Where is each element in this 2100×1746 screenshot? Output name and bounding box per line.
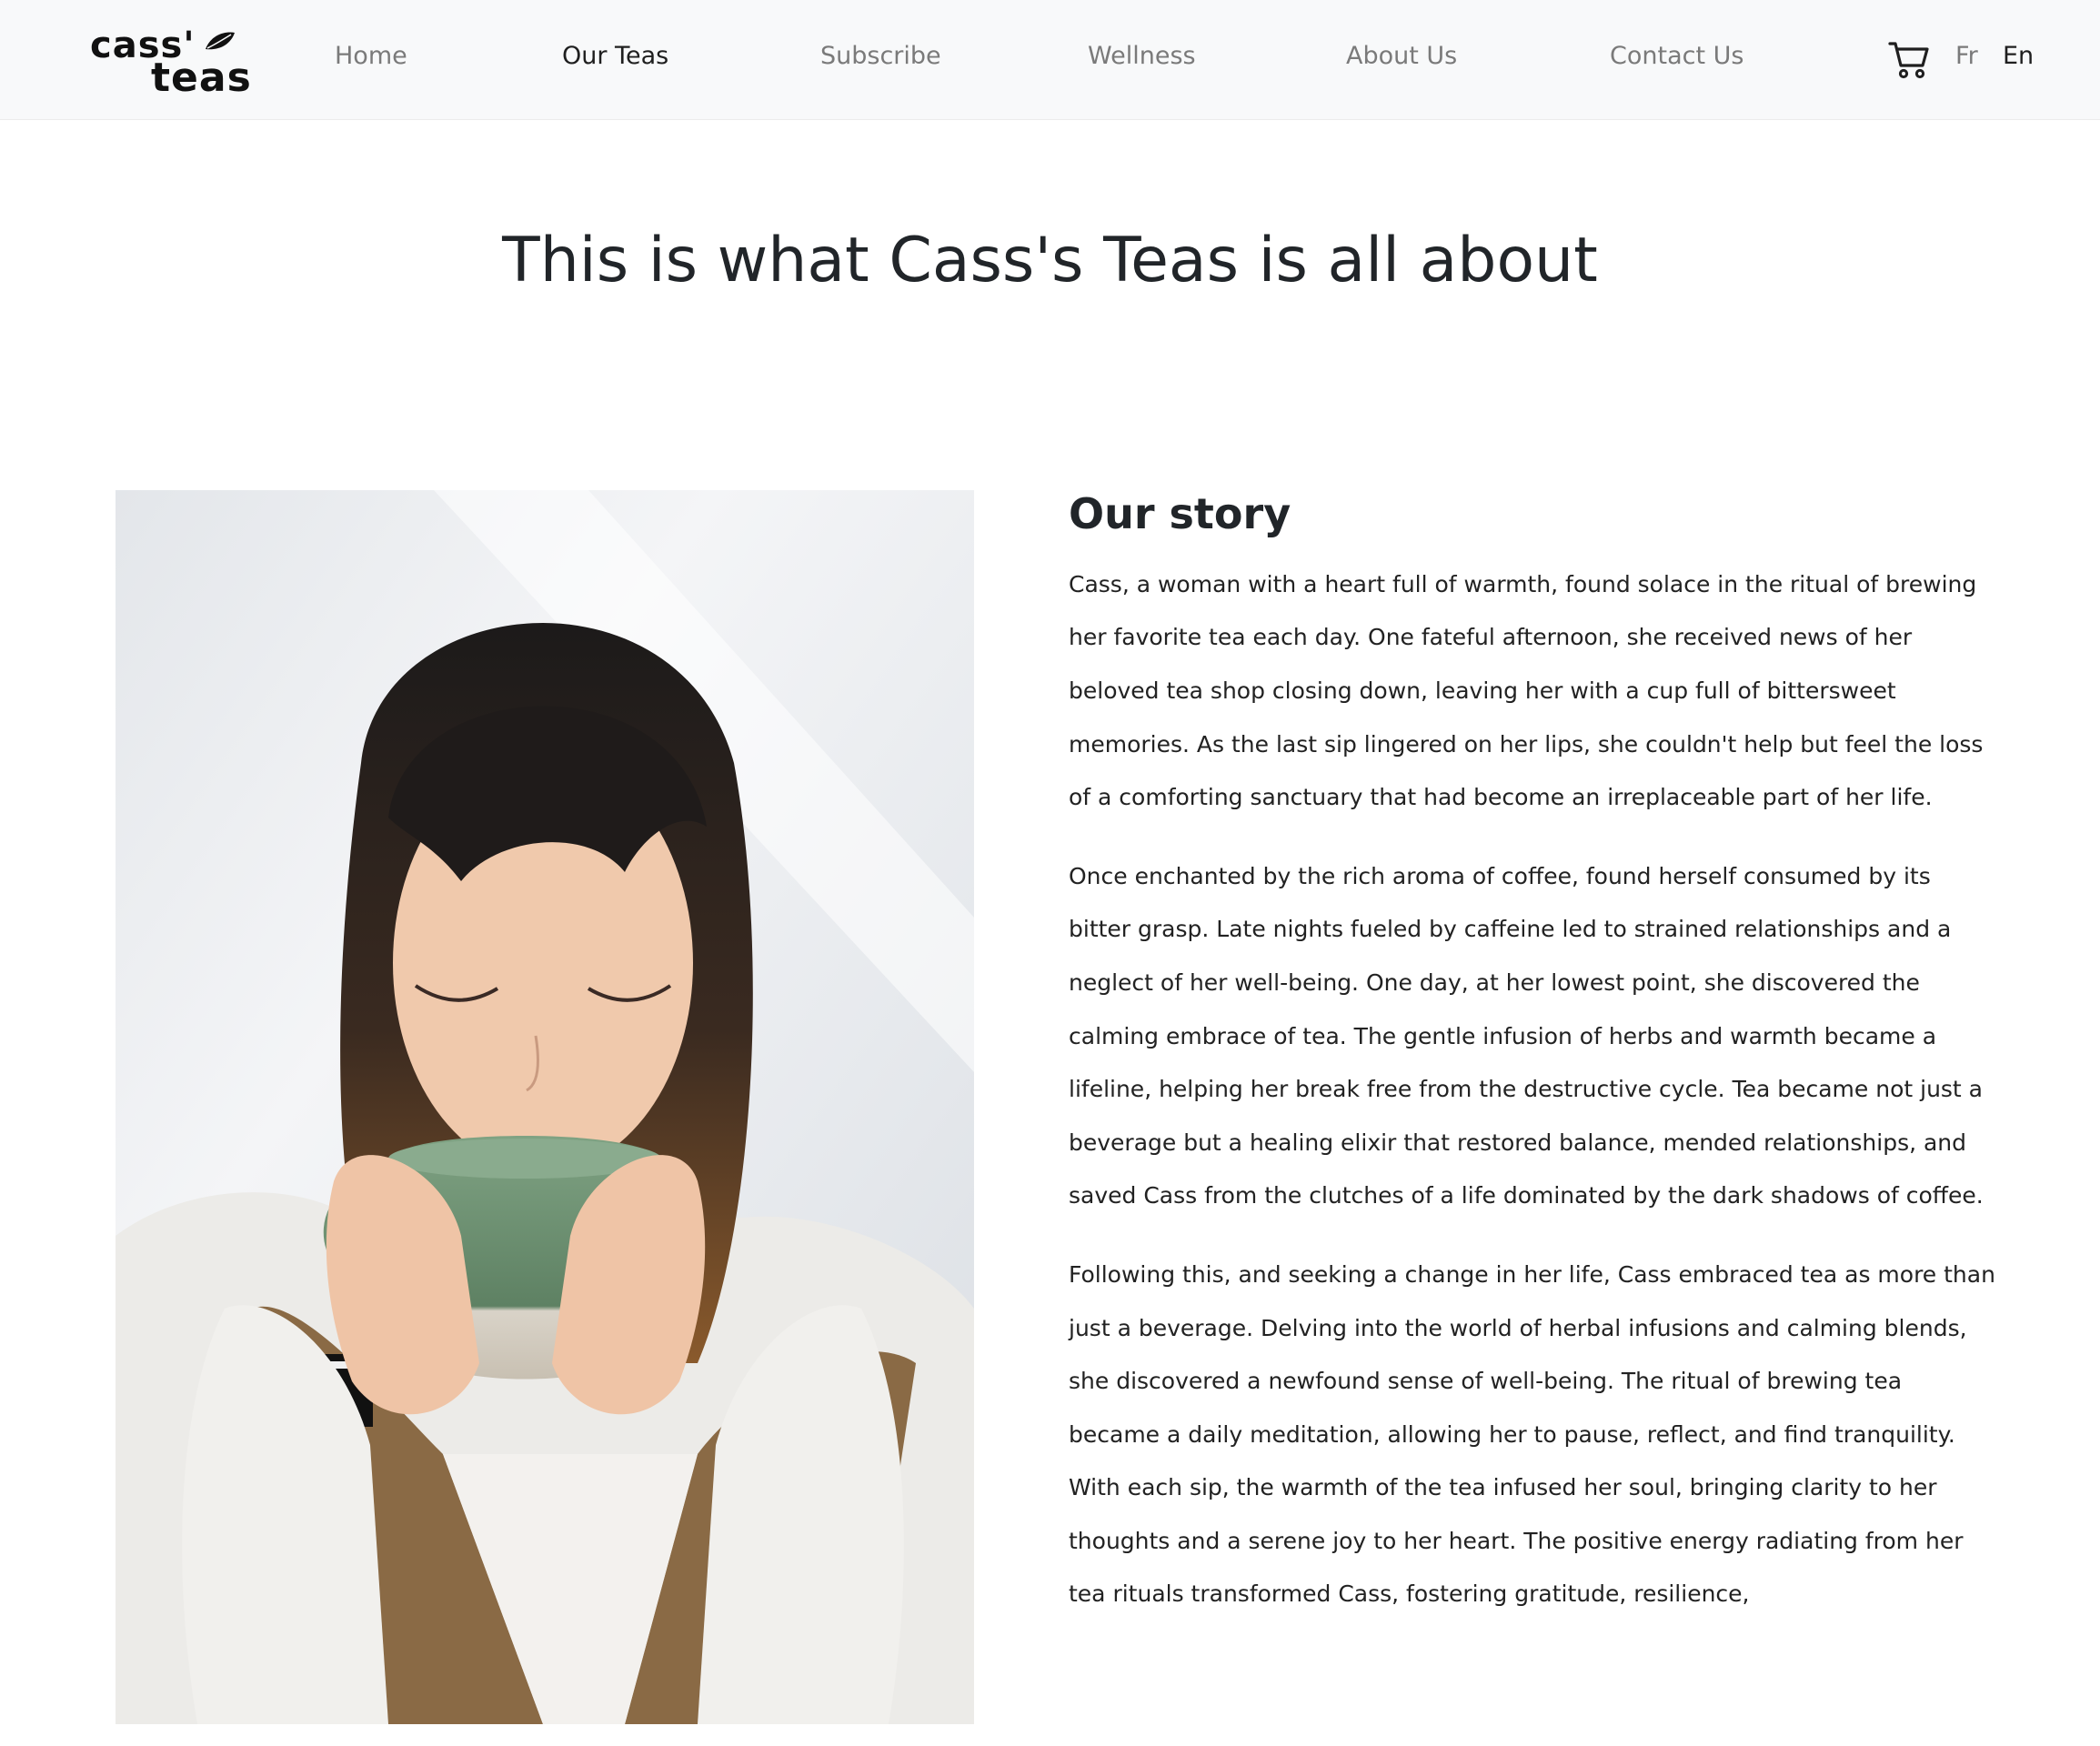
story-paragraph-2: Once enchanted by the rich aroma of coff… (1069, 862, 1984, 1209)
language-en-link[interactable]: En (2003, 40, 2034, 72)
nav-contact-link[interactable]: Contact Us (1610, 40, 1743, 72)
brand-logo-line2: teas (151, 55, 252, 101)
woman-drinking-tea-illustration (116, 490, 974, 1724)
story-heading: Our story (1069, 489, 1291, 538)
leaf-icon (206, 32, 235, 50)
cart-icon[interactable] (1888, 40, 1930, 80)
nav-our-teas-link[interactable]: Our Teas (562, 40, 668, 72)
nav-wellness-link[interactable]: Wellness (1088, 40, 1196, 72)
nav-subscribe-link[interactable]: Subscribe (820, 40, 941, 72)
nav-about-link[interactable]: About Us (1346, 40, 1457, 72)
story-paragraph-3: Following this, and seeking a change in … (1069, 1260, 1995, 1608)
language-fr-link[interactable]: Fr (1955, 40, 1978, 72)
page-title: This is what Cass's Teas is all about (502, 225, 1598, 296)
story-paragraph-1: Cass, a woman with a heart full of warmt… (1069, 570, 1984, 811)
nav-home-link[interactable]: Home (335, 40, 407, 72)
our-story-section: Our story Cass, a woman with a heart ful… (1069, 487, 1996, 1647)
brand-logo[interactable]: cass' teas (90, 24, 252, 101)
top-navbar: cass' teas Home Our Teas Subscribe Welln… (0, 0, 2100, 120)
woman-drinking-tea-photo (116, 490, 974, 1724)
